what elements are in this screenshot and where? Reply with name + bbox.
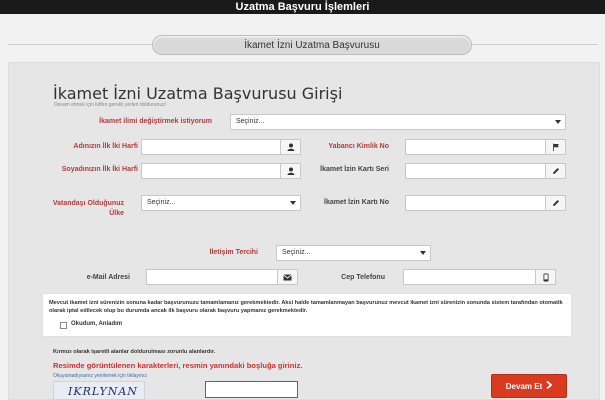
foreign-id-label: Yabancı Kimlik No — [328, 143, 389, 150]
name-initials-input[interactable] — [141, 139, 301, 155]
nationality-label: Vatandaşı Olduğunuz Ülke — [52, 200, 124, 217]
captcha-image: IKRLYNAN — [53, 381, 145, 400]
flag-icon — [545, 140, 565, 154]
captcha-title: Resimde görüntülenen karakterleri, resmi… — [53, 361, 303, 370]
mobile-phone-icon — [535, 270, 555, 284]
chevron-down-icon — [555, 120, 561, 124]
window-title: Uzatma Başvuru İşlemleri — [235, 1, 370, 13]
phone-label: Cep Telefonu — [341, 274, 385, 281]
section-pill: İkamet İzni Uzatma Başvurusu — [152, 35, 472, 55]
contact-select-value: Seçiniz... — [282, 249, 311, 256]
captcha-code: IKRLYNAN — [68, 385, 138, 398]
surname-label: Soyadınızın İlk İki Harfi — [61, 166, 138, 173]
surname-initials-input[interactable] — [141, 163, 301, 179]
province-label: İkamet ilimi değiştirmek istiyorum — [99, 118, 212, 125]
section-pill-label: İkamet İzni Uzatma Başvurusu — [244, 40, 380, 51]
form-subtitle: Devam etmek için lütfen gerekli yerleri … — [54, 102, 166, 108]
notice-text: Mevcut ikamet izni sürenizin sonuna kada… — [49, 300, 563, 314]
permit-no-input[interactable] — [405, 195, 566, 211]
captcha-input[interactable] — [205, 381, 298, 398]
next-button[interactable]: Devam Et — [491, 374, 567, 398]
permit-serial-input[interactable] — [405, 163, 566, 179]
notice-box: Mevcut ikamet izni sürenizin sonuna kada… — [42, 293, 572, 337]
captcha-refresh-link[interactable]: Okuyamadıysanız yenilemek için tıklayını… — [53, 373, 147, 379]
agree-checkbox[interactable] — [60, 322, 67, 329]
user-icon — [280, 164, 300, 178]
form-title: İkamet İzni Uzatma Başvurusu Girişi — [53, 84, 343, 103]
email-label: e-Mail Adresi — [86, 274, 130, 281]
email-input[interactable] — [146, 269, 298, 285]
permit-no-label: İkamet İzin Kartı No — [324, 199, 389, 206]
chevron-right-icon — [546, 380, 553, 391]
user-icon — [280, 140, 300, 154]
envelope-icon — [277, 270, 297, 284]
phone-input[interactable] — [403, 269, 556, 285]
next-button-label: Devam Et — [505, 381, 543, 391]
name-label: Adınızın İlk İki Harfi — [73, 143, 138, 150]
nationality-select[interactable]: Seçiniz... — [141, 195, 301, 211]
foreign-id-input[interactable] — [405, 139, 566, 155]
contact-select[interactable]: Seçiniz... — [276, 245, 431, 261]
contact-label: İletişim Tercihi — [209, 249, 259, 256]
nationality-select-value: Seçiniz... — [147, 199, 176, 206]
province-select-value: Seçiniz... — [236, 118, 265, 125]
agree-checkbox-label: Okudum, Anladım — [71, 321, 123, 327]
chevron-down-icon — [420, 251, 426, 255]
pencil-icon — [545, 164, 565, 178]
title-bar: Uzatma Başvuru İşlemleri — [0, 0, 605, 14]
pencil-icon — [545, 196, 565, 210]
chevron-down-icon — [290, 201, 296, 205]
permit-serial-label: İkamet İzin Kartı Seri — [320, 166, 389, 173]
province-select[interactable]: Seçiniz... — [230, 114, 566, 130]
required-fields-note: Kırmızı olarak işaretli alanlar doldurul… — [53, 349, 216, 355]
